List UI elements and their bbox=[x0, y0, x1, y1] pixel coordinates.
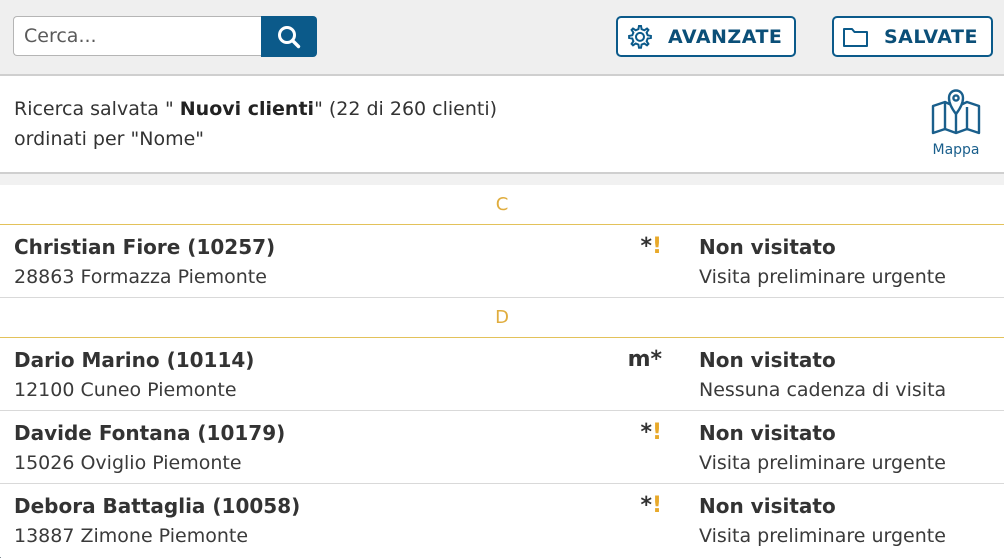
section-divider bbox=[0, 172, 1004, 185]
visit-cadence: Visita preliminare urgente bbox=[699, 452, 946, 474]
saved-search-line: Ricerca salvata " Nuovi clienti" (22 di … bbox=[14, 94, 497, 124]
advanced-search-label: AVANZATE bbox=[668, 25, 783, 48]
client-row[interactable]: Dario Marino (10114) 12100 Cuneo Piemont… bbox=[0, 338, 1004, 411]
saved-search-prefix: Ricerca salvata " bbox=[14, 98, 180, 120]
saved-searches-button[interactable]: SALVATE bbox=[832, 16, 993, 57]
search-button[interactable] bbox=[261, 16, 317, 57]
client-flags: *! bbox=[640, 420, 662, 445]
urgent-icon: ! bbox=[651, 234, 662, 259]
client-flags: *! bbox=[640, 493, 662, 518]
map-label: Mappa bbox=[932, 142, 980, 158]
client-row[interactable]: Davide Fontana (10179) 15026 Oviglio Pie… bbox=[0, 411, 1004, 484]
toolbar: AVANZATE SALVATE bbox=[0, 0, 1004, 76]
saved-search-name: Nuovi clienti bbox=[179, 98, 315, 120]
flag-marker: * bbox=[640, 493, 652, 518]
client-address: 12100 Cuneo Piemonte bbox=[14, 379, 237, 401]
map-button[interactable]: Mappa bbox=[925, 88, 987, 166]
search-input[interactable] bbox=[13, 16, 261, 56]
flag-marker: * bbox=[640, 234, 652, 259]
advanced-search-button[interactable]: AVANZATE bbox=[616, 16, 796, 57]
client-name: Dario Marino (10114) bbox=[14, 348, 255, 372]
client-name: Debora Battaglia (10058) bbox=[14, 494, 301, 518]
client-address: 15026 Oviglio Piemonte bbox=[14, 452, 242, 474]
client-name: Davide Fontana (10179) bbox=[14, 421, 286, 445]
visit-status: Non visitato bbox=[699, 235, 836, 259]
visit-status: Non visitato bbox=[699, 494, 836, 518]
saved-searches-label: SALVATE bbox=[884, 25, 978, 48]
flag-marker: * bbox=[640, 420, 652, 445]
group-header-d: D bbox=[0, 298, 1004, 338]
search-summary: Ricerca salvata " Nuovi clienti" (22 di … bbox=[0, 76, 1004, 172]
client-address: 13887 Zimone Piemonte bbox=[14, 525, 249, 547]
client-flags: *! bbox=[640, 234, 662, 259]
gear-icon bbox=[626, 23, 654, 51]
client-name: Christian Fiore (10257) bbox=[14, 235, 276, 259]
group-header-c: C bbox=[0, 185, 1004, 225]
search-icon bbox=[276, 24, 302, 50]
client-list: C Christian Fiore (10257) 28863 Formazza… bbox=[0, 185, 1004, 557]
visit-status: Non visitato bbox=[699, 421, 836, 445]
search-summary-text: Ricerca salvata " Nuovi clienti" (22 di … bbox=[14, 94, 497, 154]
visit-cadence: Visita preliminare urgente bbox=[699, 525, 946, 547]
sort-order-line: ordinati per "Nome" bbox=[14, 128, 205, 150]
urgent-icon: ! bbox=[651, 420, 662, 445]
client-flags: m* bbox=[628, 347, 662, 372]
saved-search-count: " (22 di 260 clienti) bbox=[314, 98, 498, 120]
map-icon bbox=[929, 88, 983, 136]
client-row[interactable]: Christian Fiore (10257) 28863 Formazza P… bbox=[0, 225, 1004, 298]
visit-cadence: Visita preliminare urgente bbox=[699, 266, 946, 288]
flag-marker: m* bbox=[627, 347, 662, 372]
folder-icon bbox=[842, 25, 870, 49]
client-row[interactable]: Debora Battaglia (10058) 13887 Zimone Pi… bbox=[0, 484, 1004, 557]
client-address: 28863 Formazza Piemonte bbox=[14, 266, 267, 288]
urgent-icon: ! bbox=[651, 493, 662, 518]
visit-cadence: Nessuna cadenza di visita bbox=[699, 379, 947, 401]
visit-status: Non visitato bbox=[699, 348, 836, 372]
